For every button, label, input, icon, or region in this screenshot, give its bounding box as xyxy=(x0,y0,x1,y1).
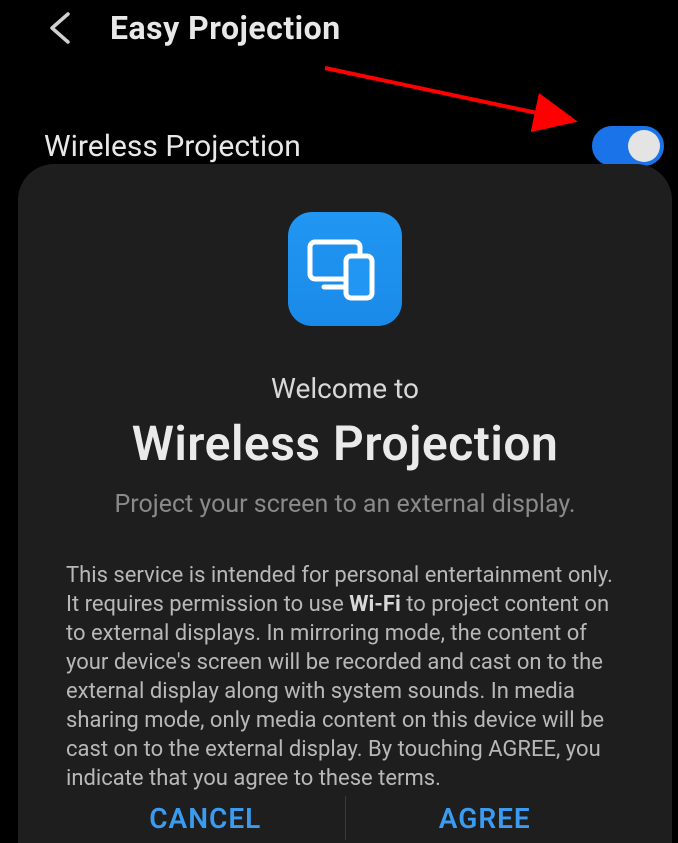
wireless-projection-toggle[interactable] xyxy=(592,126,664,166)
welcome-text: Welcome to xyxy=(66,372,624,405)
terms-after: to project content on to external displa… xyxy=(66,592,609,791)
dialog-subtitle: Project your screen to an external displ… xyxy=(66,490,624,519)
header: Easy Projection xyxy=(0,0,678,56)
toggle-knob xyxy=(628,130,660,162)
dialog-button-row: CANCEL AGREE xyxy=(66,793,624,843)
agree-button[interactable]: AGREE xyxy=(346,802,625,835)
cancel-button[interactable]: CANCEL xyxy=(66,802,345,835)
setting-label: Wireless Projection xyxy=(44,129,301,164)
wireless-projection-setting: Wireless Projection xyxy=(0,56,678,176)
page-title: Easy Projection xyxy=(110,9,341,47)
app-icon-container xyxy=(66,212,624,326)
wireless-projection-dialog: Welcome to Wireless Projection Project y… xyxy=(18,164,672,843)
terms-text: This service is intended for personal en… xyxy=(66,561,624,793)
back-icon[interactable] xyxy=(42,8,82,48)
projection-icon xyxy=(288,212,402,326)
terms-wifi: Wi-Fi xyxy=(349,592,401,617)
dialog-title: Wireless Projection xyxy=(66,415,624,472)
